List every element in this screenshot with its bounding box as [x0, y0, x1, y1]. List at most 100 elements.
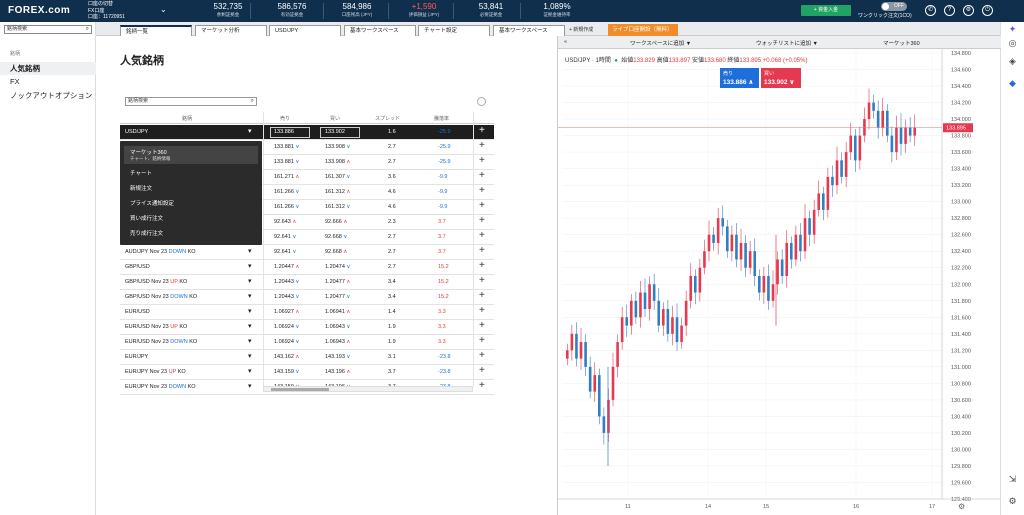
sell-price[interactable]: 161.266 ∨: [274, 204, 299, 210]
menu-item-price-alert[interactable]: プライス通知設定: [124, 199, 258, 207]
table-row[interactable]: AUD/JPY Nov 23 DOWN KO ▾ 92.641 ∨ 92.668 ∧ 2…: [120, 245, 494, 260]
table-row[interactable]: GBP/USD Nov 23 DOWN KO ▾ 1.20443 ∨ 1.20477 …: [120, 290, 494, 305]
row-menu-icon[interactable]: ▾: [248, 277, 252, 285]
sell-price[interactable]: 1.20443 ∨: [274, 294, 299, 300]
table-row[interactable]: EUR/JPY Nov 23 UP KO ▾ 143.159 ∨ 143.196 ∧ 3…: [120, 365, 494, 380]
buy-price[interactable]: 92.668 ∧: [325, 249, 347, 255]
sidebar-search-input[interactable]: 銘柄検索 ⌕: [4, 25, 92, 34]
buy-price[interactable]: 1.20477 ∨: [325, 294, 350, 300]
table-search-input[interactable]: 銘柄検索 ⌕: [125, 97, 257, 106]
buy-price[interactable]: 92.668 ∨: [325, 234, 347, 240]
layers-icon[interactable]: ◈: [1007, 56, 1018, 67]
row-menu-icon[interactable]: ▾: [248, 322, 252, 330]
add-icon[interactable]: +: [479, 125, 485, 136]
buy-price[interactable]: 143.196 ∧: [325, 369, 350, 375]
table-settings-icon[interactable]: [477, 97, 486, 106]
tab-usdjpy[interactable]: USD/JPY: [269, 25, 341, 36]
buy-price[interactable]: 161.307 ∨: [325, 174, 350, 180]
add-icon[interactable]: +: [479, 155, 485, 166]
forex-logo[interactable]: FOREX.com: [8, 5, 70, 16]
add-icon[interactable]: +: [479, 380, 485, 391]
sell-price[interactable]: 1.06924 ∨: [274, 339, 299, 345]
buy-price[interactable]: 133.908 ∨: [325, 144, 350, 150]
add-icon[interactable]: ✦: [1007, 24, 1018, 35]
expand-icon[interactable]: ⇲: [1007, 474, 1018, 485]
row-symbol[interactable]: EUR/JPY Nov 23 UP KO: [125, 369, 186, 375]
row-menu-icon[interactable]: ▾: [248, 352, 252, 360]
app-icon[interactable]: ◆: [1007, 78, 1018, 89]
tab-chart-settings[interactable]: チャート設定: [418, 25, 490, 36]
add-icon[interactable]: +: [479, 320, 485, 331]
add-icon[interactable]: +: [479, 365, 485, 376]
add-icon[interactable]: +: [479, 305, 485, 316]
help-icon[interactable]: ?: [944, 5, 955, 16]
buy-price[interactable]: 92.666 ∧: [325, 219, 347, 225]
buy-price[interactable]: 161.312 ∧: [325, 189, 350, 195]
row-menu-icon[interactable]: ▾: [248, 292, 252, 300]
sell-price[interactable]: 1.20443 ∨: [274, 279, 299, 285]
deposit-button[interactable]: + 資金入金: [801, 5, 851, 16]
table-row[interactable]: EUR/USD Nov 23 UP KO ▾ 1.06924 ∨ 1.06943 ∨ 1…: [120, 320, 494, 335]
buy-price[interactable]: 133.902: [325, 129, 345, 135]
buy-price[interactable]: 1.06941 ∧: [325, 309, 350, 315]
sell-price[interactable]: 133.886: [274, 129, 294, 135]
one-click-toggle[interactable]: OFF: [881, 2, 907, 11]
tab-workspace-1[interactable]: 基本ワークスペース: [344, 25, 416, 36]
add-icon[interactable]: +: [479, 290, 485, 301]
row-symbol[interactable]: AUD/JPY Nov 23 DOWN KO: [125, 249, 196, 255]
table-row[interactable]: GBP/USD Nov 23 UP KO ▾ 1.20443 ∨ 1.20477 ∧ 3…: [120, 275, 494, 290]
buy-price[interactable]: 133.908 ∧: [325, 159, 350, 165]
account-switcher[interactable]: 口座の切替 FX口座 口座：11720951: [88, 1, 125, 21]
row-symbol[interactable]: USD/JPY: [125, 129, 148, 135]
menu-item-new-order[interactable]: 新規注文: [124, 184, 258, 192]
chevron-down-icon[interactable]: ⌄: [160, 5, 167, 14]
new-tab-button[interactable]: + 新規作成: [569, 26, 593, 33]
row-symbol[interactable]: EUR/USD Nov 23 UP KO: [125, 324, 187, 330]
sell-price[interactable]: 133.881 ∨: [274, 159, 299, 165]
table-row[interactable]: EUR/JPY ▾ 143.162 ∧ 143.193 ∨ 3.1 -23.8 +: [120, 350, 494, 365]
sell-price[interactable]: 143.162 ∧: [274, 354, 299, 360]
tab-market-analysis[interactable]: マーケット分析: [195, 25, 267, 36]
table-row[interactable]: USD/JPY ▾ 133.886 133.902 1.6 -25.9 +: [120, 125, 494, 140]
sidebar-item-knockout[interactable]: ノックアウトオプション: [0, 89, 96, 102]
market360-button[interactable]: マーケット360: [883, 39, 920, 47]
add-icon[interactable]: +: [479, 140, 485, 151]
phone-icon[interactable]: ✆: [925, 5, 936, 16]
sell-price[interactable]: 92.643 ∧: [274, 219, 296, 225]
search-icon[interactable]: ⌕: [86, 26, 89, 33]
buy-price[interactable]: 1.06943 ∨: [325, 324, 350, 330]
sidebar-item-fx[interactable]: FX: [0, 75, 96, 88]
row-menu-icon[interactable]: ▾: [248, 382, 252, 390]
buy-price[interactable]: 1.20477 ∧: [325, 279, 350, 285]
row-menu-icon[interactable]: ▾: [248, 367, 252, 375]
sell-price[interactable]: 1.06924 ∨: [274, 324, 299, 330]
row-symbol[interactable]: GBP/USD Nov 23 UP KO: [125, 279, 187, 285]
menu-item-market360[interactable]: マーケット360 チャート、銘柄情報: [124, 146, 258, 164]
table-row[interactable]: GBP/USD ▾ 1.20447 ∧ 1.20474 ∨ 2.7 15.2 +: [120, 260, 494, 275]
gear-icon[interactable]: ⚙: [1007, 496, 1018, 507]
add-icon[interactable]: +: [479, 245, 485, 256]
sell-price[interactable]: 143.159 ∨: [274, 369, 299, 375]
add-icon[interactable]: +: [479, 185, 485, 196]
add-icon[interactable]: +: [479, 260, 485, 271]
add-icon[interactable]: +: [479, 200, 485, 211]
row-menu-icon[interactable]: ▾: [248, 127, 252, 135]
add-icon[interactable]: +: [479, 170, 485, 181]
price-chart[interactable]: 134.800 134.600 134.400 134.200 134.000 133.8…: [558, 49, 1001, 515]
add-icon[interactable]: +: [479, 275, 485, 286]
row-menu-icon[interactable]: ▾: [248, 307, 252, 315]
table-row[interactable]: EUR/USD ▾ 1.06927 ∧ 1.06941 ∧ 1.4 3.3 +: [120, 305, 494, 320]
scrollbar-thumb[interactable]: [271, 388, 329, 391]
row-symbol[interactable]: GBP/USD Nov 23 DOWN KO: [125, 294, 197, 300]
open-live-account-button[interactable]: ライブ口座開設（無料）: [608, 24, 678, 36]
tab-workspace-2[interactable]: 基本ワークスペース: [493, 25, 565, 36]
search-icon[interactable]: ⌕: [251, 98, 254, 105]
sell-price[interactable]: 133.881 ∨: [274, 144, 299, 150]
buy-price[interactable]: 1.20474 ∨: [325, 264, 350, 270]
globe-icon[interactable]: ◎: [1007, 38, 1018, 49]
add-icon[interactable]: +: [479, 230, 485, 241]
row-menu-icon[interactable]: ▾: [248, 337, 252, 345]
settings-icon[interactable]: ⚙: [963, 5, 974, 16]
collapse-icon[interactable]: «: [564, 39, 567, 45]
row-menu-icon[interactable]: ▾: [248, 262, 252, 270]
